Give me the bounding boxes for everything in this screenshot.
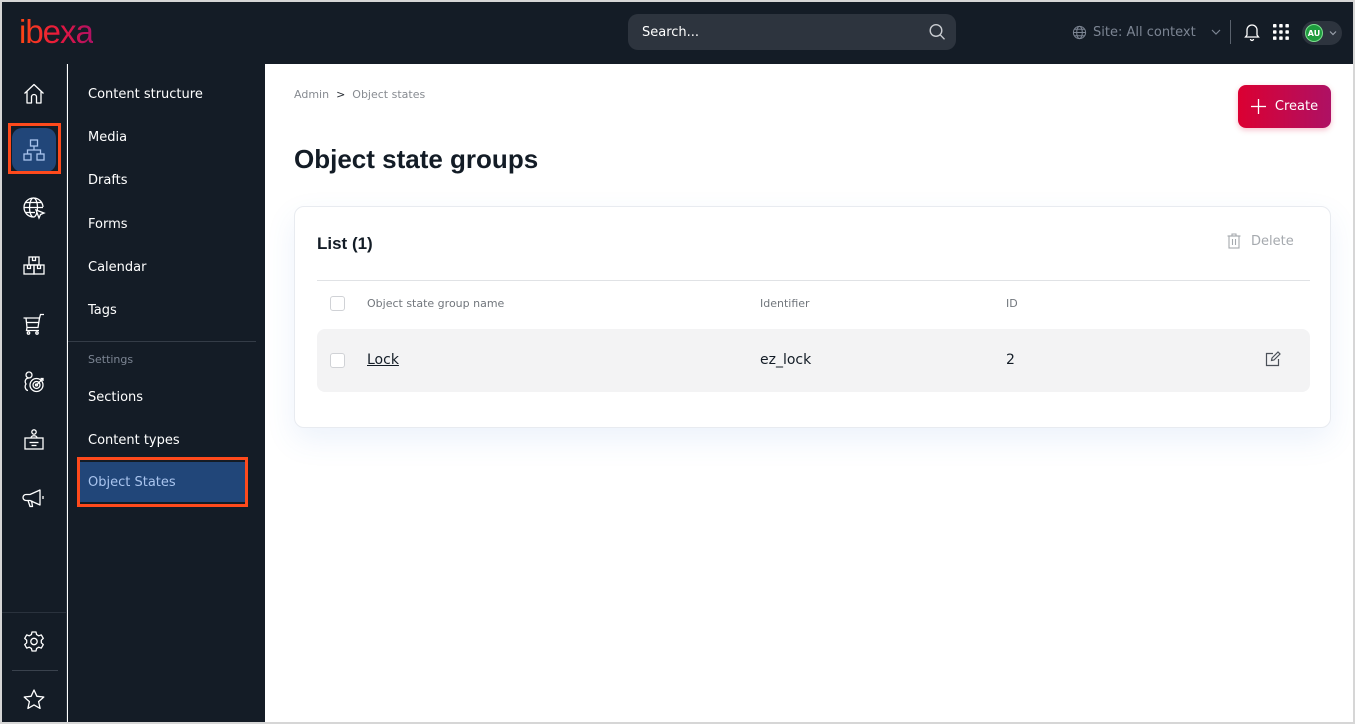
rail-item-personalization[interactable] bbox=[12, 360, 56, 404]
create-button[interactable]: Create bbox=[1238, 85, 1331, 128]
globe-cursor-icon bbox=[23, 197, 46, 220]
cart-icon bbox=[23, 313, 44, 335]
page-title: Object state groups bbox=[294, 144, 539, 174]
user-menu[interactable]: AU bbox=[1302, 21, 1342, 45]
content-submenu: Content structure Media Drafts Forms Cal… bbox=[68, 64, 265, 722]
rail-item-commerce[interactable] bbox=[12, 302, 56, 346]
breadcrumb-separator: > bbox=[336, 88, 346, 101]
badge-icon bbox=[24, 429, 44, 450]
rail-divider bbox=[12, 670, 58, 671]
rail-item-admin[interactable] bbox=[12, 620, 56, 664]
avatar: AU bbox=[1305, 24, 1323, 42]
topbar-divider bbox=[1230, 20, 1231, 44]
rail-item-product-catalog[interactable] bbox=[12, 244, 56, 288]
app-window: ibexa Site: All context AU bbox=[2, 2, 1353, 722]
megaphone-icon bbox=[22, 489, 44, 508]
globe-icon bbox=[1072, 25, 1087, 39]
search-icon[interactable] bbox=[928, 23, 946, 41]
delete-button[interactable]: Delete bbox=[1227, 233, 1294, 249]
row-id: 2 bbox=[1006, 352, 1015, 368]
edit-icon[interactable] bbox=[1265, 351, 1281, 367]
object-state-groups-card: List (1) Delete Object state group name … bbox=[294, 206, 1331, 428]
rail-item-bookmarks[interactable] bbox=[12, 678, 56, 722]
rail-item-site[interactable] bbox=[12, 186, 56, 230]
plus-icon bbox=[1250, 99, 1266, 114]
breadcrumb: Admin > Object states bbox=[294, 88, 425, 101]
submenu-item-tags[interactable]: Tags bbox=[78, 290, 247, 330]
trash-icon bbox=[1227, 233, 1241, 249]
main-content: Admin > Object states Object state group… bbox=[265, 64, 1353, 722]
bell-icon[interactable] bbox=[1243, 22, 1261, 42]
top-bar: ibexa Site: All context AU bbox=[2, 2, 1353, 64]
user-target-icon bbox=[24, 371, 44, 393]
column-header-identifier[interactable]: Identifier bbox=[760, 297, 810, 310]
submenu-item-content-structure[interactable]: Content structure bbox=[78, 74, 247, 114]
settings-heading: Settings bbox=[88, 353, 134, 366]
chevron-down-icon bbox=[1211, 29, 1221, 35]
submenu-item-sections[interactable]: Sections bbox=[78, 377, 247, 417]
column-header-name[interactable]: Object state group name bbox=[367, 297, 504, 310]
gear-icon bbox=[24, 631, 44, 652]
highlight-outline bbox=[77, 457, 248, 507]
row-identifier: ez_lock bbox=[760, 352, 812, 368]
ibexa-logo[interactable]: ibexa bbox=[19, 15, 94, 48]
search-box bbox=[628, 14, 956, 50]
site-context-label: Site: All context bbox=[1093, 24, 1196, 40]
row-checkbox[interactable] bbox=[330, 353, 345, 368]
search-input[interactable] bbox=[628, 14, 918, 50]
highlight-outline bbox=[8, 123, 61, 174]
rail-item-customer-portal[interactable] bbox=[12, 418, 56, 462]
create-label: Create bbox=[1274, 99, 1319, 114]
home-icon bbox=[24, 83, 44, 104]
rail-item-marketing[interactable] bbox=[12, 476, 56, 520]
rail-divider bbox=[2, 612, 67, 613]
column-header-id[interactable]: ID bbox=[1006, 297, 1018, 310]
submenu-item-drafts[interactable]: Drafts bbox=[78, 160, 247, 200]
breadcrumb-item-admin[interactable]: Admin bbox=[294, 88, 329, 101]
submenu-item-media[interactable]: Media bbox=[78, 117, 247, 157]
submenu-divider bbox=[68, 341, 256, 342]
breadcrumb-item-current: Object states bbox=[352, 88, 426, 101]
chevron-down-icon bbox=[1329, 31, 1337, 36]
submenu-item-content-types[interactable]: Content types bbox=[78, 420, 247, 460]
main-nav-rail bbox=[2, 64, 67, 722]
select-all-checkbox[interactable] bbox=[330, 296, 345, 311]
submenu-item-forms[interactable]: Forms bbox=[78, 204, 247, 244]
delete-label: Delete bbox=[1251, 233, 1294, 249]
submenu-item-calendar[interactable]: Calendar bbox=[78, 247, 247, 287]
site-context-selector[interactable]: Site: All context bbox=[1072, 21, 1222, 43]
card-divider bbox=[317, 280, 1310, 281]
table-row: Lock ez_lock 2 bbox=[317, 329, 1310, 392]
row-name-link[interactable]: Lock bbox=[367, 352, 399, 368]
rail-item-dashboard[interactable] bbox=[12, 72, 56, 116]
boxes-icon bbox=[23, 256, 45, 275]
list-title: List (1) bbox=[317, 234, 373, 253]
star-icon bbox=[23, 689, 45, 710]
apps-grid-icon[interactable] bbox=[1273, 24, 1289, 40]
